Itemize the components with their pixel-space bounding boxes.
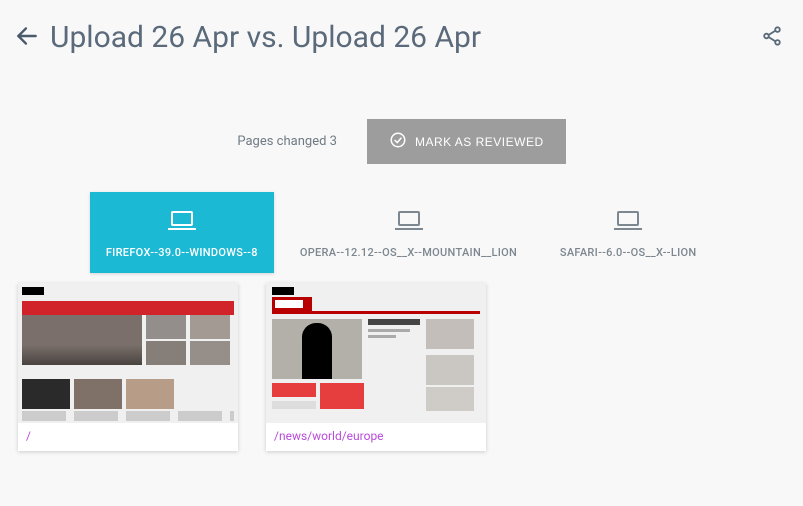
laptop-icon (559, 210, 697, 236)
laptop-icon (300, 210, 517, 236)
page-path: /news/world/europe (266, 423, 486, 451)
tab-safari-osx[interactable]: SAFARI--6.0--OS__X--LION (543, 192, 713, 273)
tab-opera-osx[interactable]: OPERA--12.12--OS__X--MOUNTAIN__LION (284, 192, 533, 273)
laptop-icon (106, 210, 258, 236)
tab-firefox-windows[interactable]: FIREFOX--39.0--WINDOWS--8 (90, 192, 274, 273)
mark-as-reviewed-label: MARK AS REVIEWED (415, 135, 544, 149)
share-icon[interactable] (761, 25, 789, 51)
mark-as-reviewed-button[interactable]: MARK AS REVIEWED (367, 119, 566, 164)
checkmark-circle-icon (389, 131, 407, 152)
back-arrow-icon[interactable] (14, 23, 40, 53)
tab-label: FIREFOX--39.0--WINDOWS--8 (106, 246, 258, 259)
screenshot-card[interactable]: / (18, 283, 238, 451)
screenshot-thumbnail (18, 283, 238, 423)
tab-label: SAFARI--6.0--OS__X--LION (559, 246, 697, 259)
screenshot-card[interactable]: /news/world/europe (266, 283, 486, 451)
page-title: Upload 26 Apr vs. Upload 26 Apr (50, 20, 751, 55)
page-path: / (18, 423, 238, 451)
pages-changed-count: Pages changed 3 (237, 134, 337, 149)
tab-label: OPERA--12.12--OS__X--MOUNTAIN__LION (300, 246, 517, 259)
screenshot-thumbnail (266, 283, 486, 423)
